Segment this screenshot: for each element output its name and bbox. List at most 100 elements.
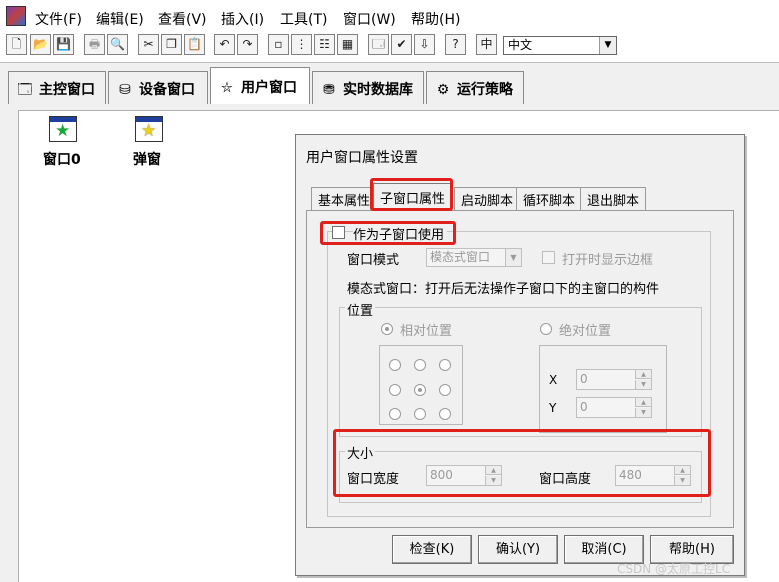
tab-device-window[interactable]: ⛁ 设备窗口 (108, 71, 208, 105)
tab-label: 主控窗口 (39, 82, 95, 98)
tab-realtime-database[interactable]: ⛃ 实时数据库 (312, 71, 424, 105)
x-input[interactable]: 0 ▲ ▼ (576, 369, 652, 390)
window-width-value: 800 (430, 468, 453, 482)
tab-loop-script[interactable]: 循环脚本 (516, 187, 583, 211)
relative-position-label: 相对位置 (400, 324, 453, 339)
spin-up-icon[interactable]: ▲ (635, 370, 651, 379)
list-view-icon[interactable]: ☷ (314, 34, 335, 55)
anchor-bottom-left-radio[interactable] (389, 408, 401, 420)
menu-insert[interactable]: 插入(I) (221, 9, 264, 29)
absolute-position-box: X 0 ▲ ▼ Y 0 ▲ ▼ (539, 345, 667, 433)
anchor-top-center-radio[interactable] (414, 359, 426, 371)
size-group-title: 大小 (345, 443, 376, 462)
anchor-bottom-right-radio[interactable] (439, 408, 451, 420)
strategy-icon: ⚙ (436, 82, 450, 98)
check-button[interactable]: 检查(K) (392, 535, 472, 564)
workspace-tabs: 🗔 主控窗口 ⛁ 设备窗口 ⛦ 用户窗口 ⛃ 实时数据库 ⚙ 运行策略 (0, 62, 779, 105)
properties-icon[interactable]: 🗔 (368, 34, 389, 55)
spin-up-icon[interactable]: ▲ (485, 466, 501, 475)
confirm-button[interactable]: 确认(Y) (478, 535, 558, 564)
window-width-input[interactable]: 800 ▲ ▼ (426, 465, 502, 486)
tab-user-window[interactable]: ⛦ 用户窗口 (210, 67, 310, 105)
menu-file[interactable]: 文件(F) (35, 9, 82, 29)
absolute-position-label: 绝对位置 (559, 324, 612, 339)
spin-down-icon[interactable]: ▼ (635, 380, 651, 389)
print-icon[interactable]: 🖶 (84, 34, 105, 55)
x-value: 0 (580, 372, 588, 386)
small-icons-icon[interactable]: ▫ (268, 34, 289, 55)
menu-edit[interactable]: 编辑(E) (96, 9, 144, 29)
window0-label[interactable]: 窗口0 (43, 149, 81, 169)
y-input[interactable]: 0 ▲ ▼ (576, 397, 652, 418)
window0-icon[interactable]: ★ (49, 116, 77, 142)
chevron-down-icon[interactable]: ▼ (599, 37, 616, 54)
menu-window[interactable]: 窗口(W) (343, 9, 396, 29)
language-icon[interactable]: 中 (476, 34, 497, 55)
paste-icon[interactable]: 📋 (184, 34, 205, 55)
show-border-checkbox[interactable] (542, 251, 555, 264)
window-height-input[interactable]: 480 ▲ ▼ (615, 465, 691, 486)
app-logo-icon (6, 6, 26, 26)
tab-main-window[interactable]: 🗔 主控窗口 (8, 71, 106, 105)
toolbar: 🗋 📂 💾 🖶 🔍 ✂ ❐ 📋 ↶ ↷ ▫ ⋮ ☷ ▦ 🗔 ✔ ⇩ ? 中 (0, 32, 779, 60)
spin-down-icon[interactable]: ▼ (635, 408, 651, 417)
show-border-label: 打开时显示边框 (562, 253, 654, 268)
tab-run-strategy[interactable]: ⚙ 运行策略 (426, 71, 524, 105)
window-mode-select[interactable]: 模态式窗口 ▼ (426, 248, 522, 267)
y-value: 0 (580, 400, 588, 414)
menu-help[interactable]: 帮助(H) (411, 9, 460, 29)
compile-icon[interactable]: ⇩ (414, 34, 435, 55)
menu-tools[interactable]: 工具(T) (280, 9, 327, 29)
window-height-label: 窗口高度 (539, 472, 592, 487)
spin-up-icon[interactable]: ▲ (635, 398, 651, 407)
tab-label: 运行策略 (457, 82, 513, 98)
tab-subwindow-properties[interactable]: 子窗口属性 (373, 183, 453, 211)
window-mode-value: 模态式窗口 (430, 250, 491, 264)
tab-exit-script[interactable]: 退出脚本 (580, 187, 647, 211)
window-width-label: 窗口宽度 (347, 472, 400, 487)
detail-view-icon[interactable]: ▦ (337, 34, 358, 55)
user-window-icon: ⛦ (221, 80, 233, 96)
print-preview-icon[interactable]: 🔍 (107, 34, 128, 55)
popup-window-icon[interactable]: ★ (135, 116, 163, 142)
spin-down-icon[interactable]: ▼ (485, 476, 501, 485)
anchor-middle-left-radio[interactable] (389, 384, 401, 396)
cut-icon[interactable]: ✂ (138, 34, 159, 55)
language-select[interactable]: 中文 ▼ (503, 36, 617, 55)
redo-icon[interactable]: ↷ (237, 34, 258, 55)
watermark: CSDN @太原工控LC (617, 562, 731, 576)
help-icon[interactable]: ? (445, 34, 466, 55)
tab-basic-properties[interactable]: 基本属性 (311, 187, 378, 211)
window-height-value: 480 (619, 468, 642, 482)
save-icon[interactable]: 💾 (53, 34, 74, 55)
menu-view[interactable]: 查看(V) (158, 9, 207, 29)
subwindow-properties-panel: 作为子窗口使用 窗口模式 模态式窗口 ▼ 打开时显示边框 模态式窗口：打开后无法… (306, 210, 734, 528)
open-icon[interactable]: 📂 (30, 34, 51, 55)
anchor-middle-right-radio[interactable] (439, 384, 451, 396)
anchor-grid (379, 345, 463, 425)
tab-label: 设备窗口 (139, 82, 195, 98)
relative-position-radio[interactable] (381, 323, 393, 335)
check-icon[interactable]: ✔ (391, 34, 412, 55)
position-group-title: 位置 (345, 300, 376, 319)
anchor-center-radio[interactable] (414, 384, 426, 396)
new-icon[interactable]: 🗋 (6, 34, 27, 55)
anchor-bottom-center-radio[interactable] (414, 408, 426, 420)
device-icon: ⛁ (119, 82, 131, 98)
subwindow-checkbox-label: 作为子窗口使用 (353, 224, 448, 243)
tree-view-icon[interactable]: ⋮ (291, 34, 312, 55)
anchor-top-right-radio[interactable] (439, 359, 451, 371)
user-window-properties-dialog: 用户窗口属性设置 基本属性 子窗口属性 启动脚本 循环脚本 退出脚本 作为子窗口… (295, 134, 745, 576)
menu-bar: 文件(F) 编辑(E) 查看(V) 插入(I) 工具(T) 窗口(W) 帮助(H… (0, 0, 779, 32)
subwindow-checkbox[interactable] (332, 226, 345, 239)
spin-up-icon[interactable]: ▲ (674, 466, 690, 475)
copy-icon[interactable]: ❐ (161, 34, 182, 55)
tab-startup-script[interactable]: 启动脚本 (454, 187, 521, 211)
dialog-title: 用户窗口属性设置 (306, 150, 418, 166)
absolute-position-radio[interactable] (540, 323, 552, 335)
anchor-top-left-radio[interactable] (389, 359, 401, 371)
spin-down-icon[interactable]: ▼ (674, 476, 690, 485)
popup-window-label[interactable]: 弹窗 (133, 149, 161, 169)
main-window-icon: 🗔 (17, 82, 33, 98)
undo-icon[interactable]: ↶ (214, 34, 235, 55)
